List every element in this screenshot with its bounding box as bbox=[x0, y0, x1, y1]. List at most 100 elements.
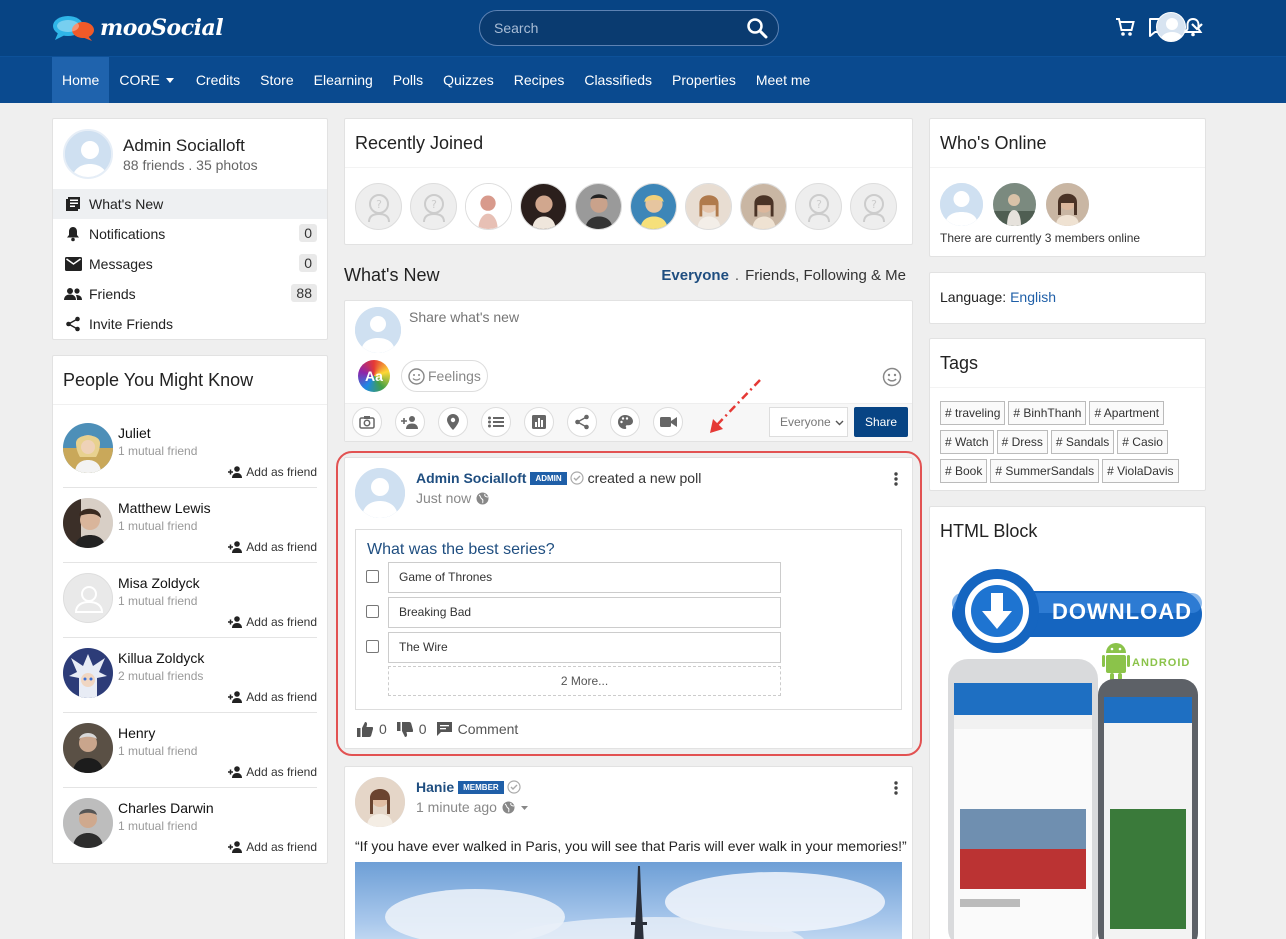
tag-violadavis[interactable]: # ViolaDavis bbox=[1102, 459, 1179, 483]
post-author-avatar[interactable] bbox=[355, 777, 405, 827]
filter-friends-following[interactable]: Friends, Following & Me bbox=[745, 267, 906, 284]
tag-summersandals[interactable]: # SummerSandals bbox=[990, 459, 1100, 483]
member-avatar[interactable]: ? bbox=[795, 183, 842, 230]
avatar[interactable] bbox=[63, 648, 113, 698]
add-as-friend-button[interactable]: Add as friend bbox=[228, 615, 317, 629]
composer-input[interactable] bbox=[409, 309, 899, 349]
privacy-select[interactable]: Everyone bbox=[769, 407, 848, 437]
avatar[interactable] bbox=[63, 723, 113, 773]
person-name[interactable]: Misa Zoldyck bbox=[118, 575, 200, 591]
list-icon[interactable] bbox=[481, 407, 511, 437]
avatar[interactable] bbox=[63, 498, 113, 548]
poll-chart-icon[interactable] bbox=[524, 407, 554, 437]
tag-binhthanh[interactable]: # BinhThanh bbox=[1008, 401, 1087, 425]
member-avatar[interactable] bbox=[740, 183, 787, 230]
feelings-button[interactable]: Feelings bbox=[401, 360, 488, 392]
video-camera-icon[interactable] bbox=[653, 407, 683, 437]
add-as-friend-button[interactable]: Add as friend bbox=[228, 540, 317, 554]
person-name[interactable]: Henry bbox=[118, 725, 155, 741]
menu-item-messages[interactable]: Messages 0 bbox=[53, 249, 327, 279]
nav-item-elearning[interactable]: Elearning bbox=[304, 57, 383, 103]
poll-option[interactable]: Game of Thrones bbox=[366, 562, 781, 593]
nav-item-recipes[interactable]: Recipes bbox=[504, 57, 575, 103]
online-member-avatar[interactable] bbox=[1046, 183, 1089, 226]
nav-item-credits[interactable]: Credits bbox=[186, 57, 250, 103]
online-member-avatar[interactable] bbox=[993, 183, 1036, 226]
member-avatar[interactable]: ? bbox=[355, 183, 402, 230]
nav-item-store[interactable]: Store bbox=[250, 57, 303, 103]
menu-item-invite-friends[interactable]: Invite Friends bbox=[53, 309, 327, 339]
more-options-icon[interactable] bbox=[894, 472, 898, 486]
poll-option-checkbox[interactable] bbox=[366, 605, 379, 618]
add-as-friend-button[interactable]: Add as friend bbox=[228, 690, 317, 704]
chevron-down-icon[interactable] bbox=[1190, 20, 1204, 34]
post-time[interactable]: Just now bbox=[416, 490, 471, 506]
nav-item-core[interactable]: CORE bbox=[109, 57, 185, 103]
post-author-avatar[interactable] bbox=[355, 468, 405, 518]
person-name[interactable]: Charles Darwin bbox=[118, 800, 214, 816]
nav-item-classifieds[interactable]: Classifieds bbox=[574, 57, 662, 103]
cart-icon[interactable] bbox=[1114, 16, 1136, 38]
comment-icon[interactable] bbox=[436, 722, 452, 736]
person-name[interactable]: Matthew Lewis bbox=[118, 500, 211, 516]
site-logo[interactable]: mooSocial bbox=[52, 14, 224, 42]
poll-option-checkbox[interactable] bbox=[366, 640, 379, 653]
menu-item-notifications[interactable]: Notifications 0 bbox=[53, 219, 327, 249]
avatar[interactable] bbox=[63, 798, 113, 848]
avatar[interactable] bbox=[63, 423, 113, 473]
font-style-button[interactable]: Aa bbox=[358, 360, 390, 392]
online-member-avatar[interactable] bbox=[940, 183, 983, 226]
tag-sandals[interactable]: # Sandals bbox=[1050, 430, 1115, 454]
filter-everyone[interactable]: Everyone bbox=[661, 267, 729, 284]
add-as-friend-button[interactable]: Add as friend bbox=[228, 465, 317, 479]
thumbs-down-icon[interactable] bbox=[396, 721, 413, 737]
nav-item-properties[interactable]: Properties bbox=[662, 57, 746, 103]
add-as-friend-button[interactable]: Add as friend bbox=[228, 840, 317, 854]
search-icon[interactable] bbox=[746, 17, 768, 39]
nav-item-quizzes[interactable]: Quizzes bbox=[433, 57, 504, 103]
post-photo[interactable] bbox=[355, 862, 902, 939]
globe-icon[interactable] bbox=[476, 492, 489, 505]
tag-friend-icon[interactable] bbox=[395, 407, 425, 437]
user-avatar[interactable] bbox=[1156, 12, 1186, 42]
person-name[interactable]: Killua Zoldyck bbox=[118, 650, 204, 666]
avatar[interactable] bbox=[63, 573, 113, 623]
post-time[interactable]: 1 minute ago bbox=[416, 799, 497, 815]
tag-watch[interactable]: # Watch bbox=[940, 430, 994, 454]
poll-more-options[interactable]: 2 More... bbox=[388, 666, 781, 696]
emoji-icon[interactable] bbox=[882, 367, 902, 387]
tag-dress[interactable]: # Dress bbox=[996, 430, 1048, 454]
share-icon[interactable] bbox=[567, 407, 597, 437]
camera-icon[interactable] bbox=[352, 407, 382, 437]
location-pin-icon[interactable] bbox=[438, 407, 468, 437]
nav-item-polls[interactable]: Polls bbox=[383, 57, 433, 103]
thumbs-up-icon[interactable] bbox=[357, 721, 373, 737]
tag-apartment[interactable]: # Apartment bbox=[1089, 401, 1165, 425]
download-banner[interactable]: DOWNLOAD bbox=[942, 569, 1205, 655]
member-avatar[interactable] bbox=[630, 183, 677, 230]
comment-button[interactable]: Comment bbox=[458, 721, 519, 737]
poll-option[interactable]: The Wire bbox=[366, 632, 781, 663]
person-name[interactable]: Juliet bbox=[118, 425, 151, 441]
tag-casio[interactable]: # Casio bbox=[1117, 430, 1168, 454]
search-input[interactable] bbox=[494, 11, 734, 45]
share-button[interactable]: Share bbox=[854, 407, 908, 437]
member-avatar[interactable] bbox=[465, 183, 512, 230]
poll-option[interactable]: Breaking Bad bbox=[366, 597, 781, 628]
menu-item-friends[interactable]: Friends 88 bbox=[53, 279, 327, 309]
member-avatar[interactable]: ? bbox=[850, 183, 897, 230]
tag-book[interactable]: # Book bbox=[940, 459, 988, 483]
profile-avatar[interactable] bbox=[63, 129, 113, 179]
member-avatar[interactable] bbox=[575, 183, 622, 230]
globe-icon[interactable] bbox=[502, 801, 515, 814]
poll-option-checkbox[interactable] bbox=[366, 570, 379, 583]
member-avatar[interactable]: ? bbox=[410, 183, 457, 230]
tag-traveling[interactable]: # traveling bbox=[940, 401, 1006, 425]
post-author-name[interactable]: Hanie bbox=[416, 779, 454, 795]
language-link[interactable]: English bbox=[1010, 289, 1056, 305]
caret-down-icon[interactable] bbox=[520, 803, 529, 812]
nav-item-home[interactable]: Home bbox=[52, 57, 110, 103]
palette-icon[interactable] bbox=[610, 407, 640, 437]
nav-item-meet-me[interactable]: Meet me bbox=[746, 57, 820, 103]
more-options-icon[interactable] bbox=[894, 781, 898, 795]
